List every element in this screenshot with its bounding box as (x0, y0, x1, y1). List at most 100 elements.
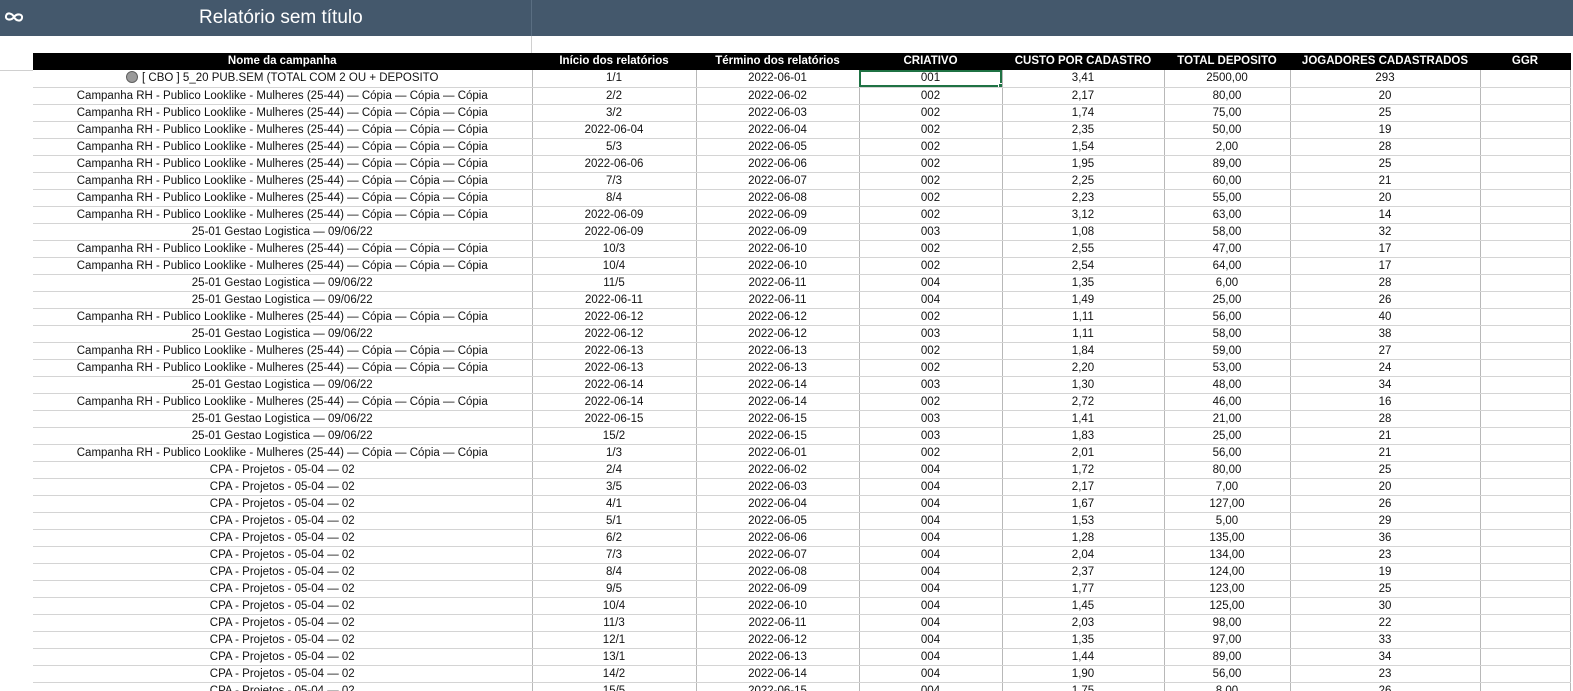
cost-per-signup-cell[interactable]: 1,41 (1002, 410, 1165, 428)
registered-players-cell[interactable]: 38 (1290, 325, 1481, 343)
ggr-cell[interactable] (1480, 597, 1571, 615)
registered-players-cell[interactable]: 293 (1290, 70, 1481, 88)
report-end-cell[interactable]: 2022-06-01 (696, 444, 860, 462)
report-start-cell[interactable]: 2022-06-06 (532, 155, 697, 173)
campaign-name-cell[interactable]: Campanha RH - Publico Looklike - Mulhere… (33, 189, 533, 207)
creative-cell[interactable]: 003 (859, 410, 1003, 428)
registered-players-cell[interactable]: 20 (1290, 189, 1481, 207)
creative-cell[interactable]: 004 (859, 529, 1003, 547)
campaign-name-cell[interactable]: CPA - Projetos - 05-04 — 02 (33, 546, 533, 564)
total-deposit-cell[interactable]: 89,00 (1164, 648, 1291, 666)
report-end-cell[interactable]: 2022-06-06 (696, 155, 860, 173)
report-start-cell[interactable]: 5/3 (532, 138, 697, 156)
creative-cell[interactable]: 002 (859, 240, 1003, 258)
cost-per-signup-cell[interactable]: 1,30 (1002, 376, 1165, 394)
campaign-name-cell[interactable]: Campanha RH - Publico Looklike - Mulhere… (33, 172, 533, 190)
report-end-cell[interactable]: 2022-06-15 (696, 682, 860, 691)
report-start-cell[interactable]: 2/2 (532, 87, 697, 105)
report-end-cell[interactable]: 2022-06-09 (696, 206, 860, 224)
total-deposit-cell[interactable]: 47,00 (1164, 240, 1291, 258)
report-end-cell[interactable]: 2022-06-11 (696, 291, 860, 309)
cost-per-signup-cell[interactable]: 3,12 (1002, 206, 1165, 224)
campaign-name-cell[interactable]: CPA - Projetos - 05-04 — 02 (33, 529, 533, 547)
total-deposit-cell[interactable]: 63,00 (1164, 206, 1291, 224)
registered-players-cell[interactable]: 27 (1290, 342, 1481, 360)
report-start-cell[interactable]: 2022-06-12 (532, 308, 697, 326)
cost-per-signup-cell[interactable]: 1,84 (1002, 342, 1165, 360)
creative-cell[interactable]: 002 (859, 308, 1003, 326)
campaign-name-cell[interactable]: CPA - Projetos - 05-04 — 02 (33, 478, 533, 496)
total-deposit-cell[interactable]: 25,00 (1164, 291, 1291, 309)
cost-per-signup-cell[interactable]: 1,11 (1002, 308, 1165, 326)
ggr-cell[interactable] (1480, 70, 1571, 88)
registered-players-cell[interactable]: 36 (1290, 529, 1481, 547)
campaign-name-cell[interactable]: Campanha RH - Publico Looklike - Mulhere… (33, 444, 533, 462)
total-deposit-cell[interactable]: 55,00 (1164, 189, 1291, 207)
creative-cell[interactable]: 002 (859, 155, 1003, 173)
total-deposit-cell[interactable]: 64,00 (1164, 257, 1291, 275)
ggr-cell[interactable] (1480, 308, 1571, 326)
creative-cell[interactable]: 003 (859, 376, 1003, 394)
report-start-cell[interactable]: 11/5 (532, 274, 697, 292)
ggr-cell[interactable] (1480, 359, 1571, 377)
report-end-cell[interactable]: 2022-06-07 (696, 172, 860, 190)
ggr-cell[interactable] (1480, 223, 1571, 241)
report-start-cell[interactable]: 3/2 (532, 104, 697, 122)
cost-per-signup-cell[interactable]: 1,53 (1002, 512, 1165, 530)
total-deposit-cell[interactable]: 46,00 (1164, 393, 1291, 411)
registered-players-cell[interactable]: 17 (1290, 257, 1481, 275)
ggr-cell[interactable] (1480, 342, 1571, 360)
campaign-name-cell[interactable]: Campanha RH - Publico Looklike - Mulhere… (33, 138, 533, 156)
column-header-ggr[interactable]: GGR (1480, 53, 1571, 70)
ggr-cell[interactable] (1480, 121, 1571, 139)
ggr-cell[interactable] (1480, 138, 1571, 156)
report-end-cell[interactable]: 2022-06-04 (696, 121, 860, 139)
registered-players-cell[interactable]: 20 (1290, 87, 1481, 105)
column-header-cost-per-signup[interactable]: CUSTO POR CADASTRO (1002, 53, 1165, 70)
report-end-cell[interactable]: 2022-06-14 (696, 376, 860, 394)
cost-per-signup-cell[interactable]: 3,41 (1002, 70, 1165, 88)
report-start-cell[interactable]: 8/4 (532, 189, 697, 207)
cost-per-signup-cell[interactable]: 2,17 (1002, 478, 1165, 496)
report-start-cell[interactable]: 2022-06-14 (532, 376, 697, 394)
registered-players-cell[interactable]: 19 (1290, 121, 1481, 139)
ggr-cell[interactable] (1480, 563, 1571, 581)
campaign-name-cell[interactable]: [ CBO ] 5_20 PUB.SEM (TOTAL COM 2 OU + D… (33, 70, 533, 88)
report-end-cell[interactable]: 2022-06-08 (696, 189, 860, 207)
registered-players-cell[interactable]: 26 (1290, 682, 1481, 691)
ggr-cell[interactable] (1480, 682, 1571, 691)
report-end-cell[interactable]: 2022-06-12 (696, 631, 860, 649)
registered-players-cell[interactable]: 26 (1290, 291, 1481, 309)
registered-players-cell[interactable]: 26 (1290, 495, 1481, 513)
total-deposit-cell[interactable]: 58,00 (1164, 325, 1291, 343)
total-deposit-cell[interactable]: 25,00 (1164, 427, 1291, 445)
creative-cell[interactable]: 002 (859, 257, 1003, 275)
ggr-cell[interactable] (1480, 291, 1571, 309)
creative-cell[interactable]: 004 (859, 495, 1003, 513)
total-deposit-cell[interactable]: 80,00 (1164, 461, 1291, 479)
creative-cell[interactable]: 004 (859, 291, 1003, 309)
campaign-name-cell[interactable]: Campanha RH - Publico Looklike - Mulhere… (33, 342, 533, 360)
ggr-cell[interactable] (1480, 155, 1571, 173)
ggr-cell[interactable] (1480, 461, 1571, 479)
report-start-cell[interactable]: 11/3 (532, 614, 697, 632)
campaign-name-cell[interactable]: CPA - Projetos - 05-04 — 02 (33, 495, 533, 513)
report-end-cell[interactable]: 2022-06-10 (696, 257, 860, 275)
total-deposit-cell[interactable]: 5,00 (1164, 512, 1291, 530)
ggr-cell[interactable] (1480, 665, 1571, 683)
cost-per-signup-cell[interactable]: 1,35 (1002, 274, 1165, 292)
registered-players-cell[interactable]: 40 (1290, 308, 1481, 326)
registered-players-cell[interactable]: 16 (1290, 393, 1481, 411)
campaign-name-cell[interactable]: CPA - Projetos - 05-04 — 02 (33, 614, 533, 632)
ggr-cell[interactable] (1480, 546, 1571, 564)
total-deposit-cell[interactable]: 80,00 (1164, 87, 1291, 105)
campaign-name-cell[interactable]: Campanha RH - Publico Looklike - Mulhere… (33, 308, 533, 326)
creative-cell[interactable]: 004 (859, 546, 1003, 564)
report-start-cell[interactable]: 12/1 (532, 631, 697, 649)
report-end-cell[interactable]: 2022-06-15 (696, 427, 860, 445)
ggr-cell[interactable] (1480, 325, 1571, 343)
cost-per-signup-cell[interactable]: 2,17 (1002, 87, 1165, 105)
report-end-cell[interactable]: 2022-06-07 (696, 546, 860, 564)
cost-per-signup-cell[interactable]: 2,23 (1002, 189, 1165, 207)
column-header-report-end[interactable]: Término dos relatórios (696, 53, 860, 70)
